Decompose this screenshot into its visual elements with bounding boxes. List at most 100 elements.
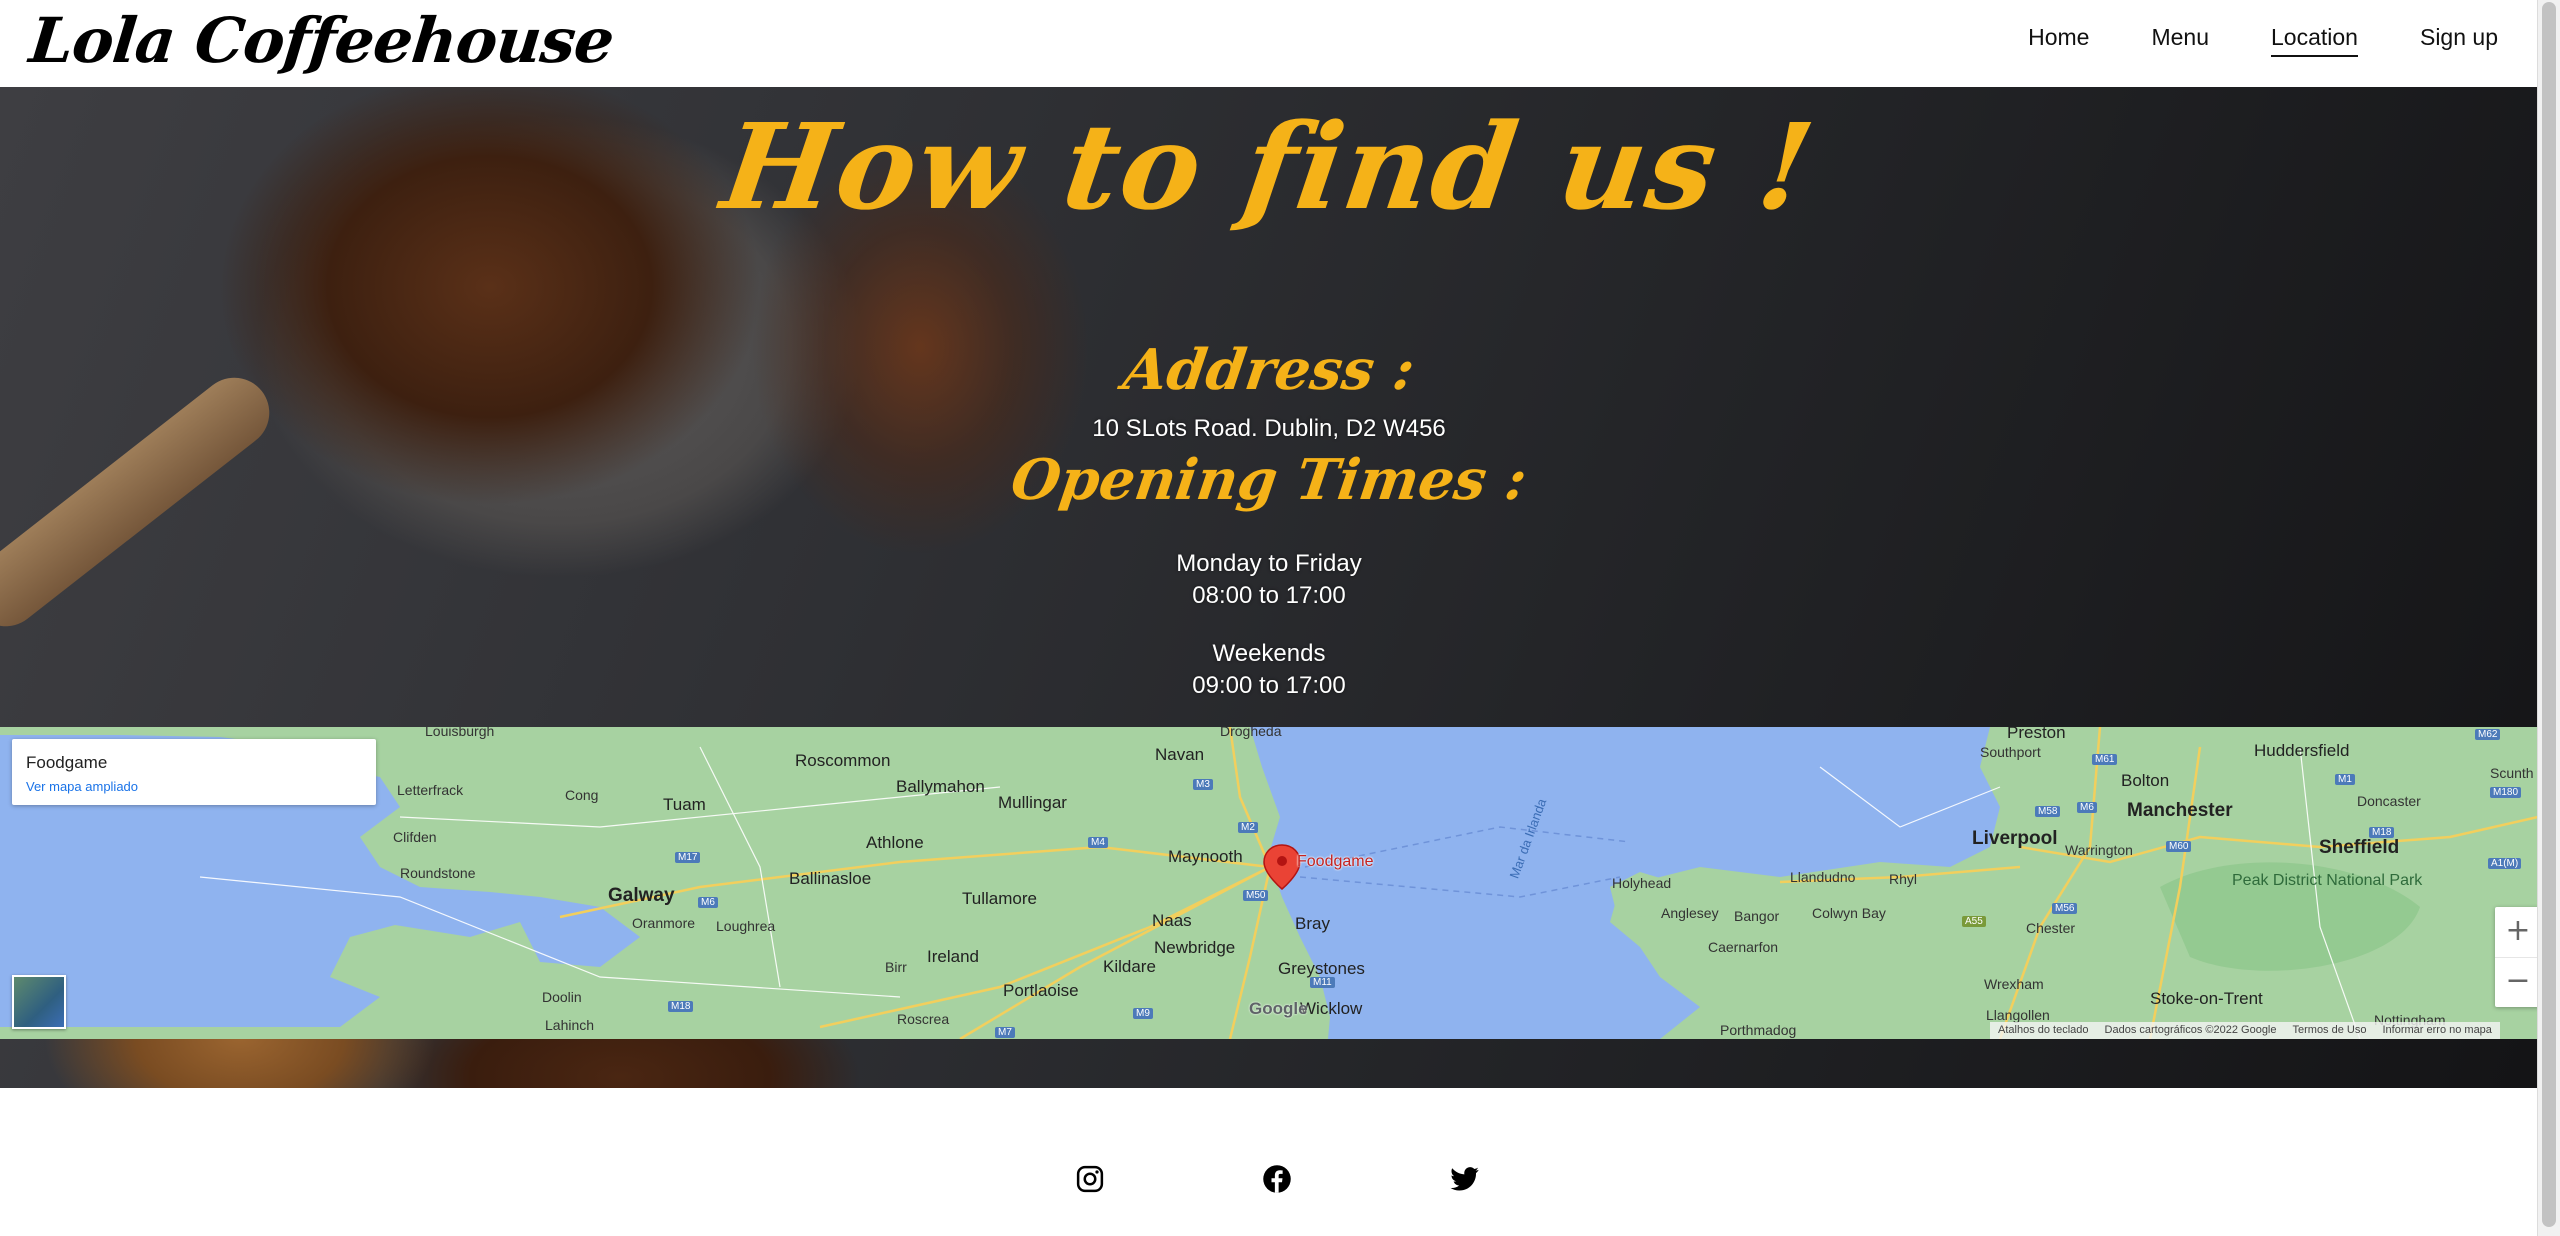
nav-home[interactable]: Home (2028, 24, 2089, 57)
map-label: Wrexham (1984, 976, 2044, 992)
weekday-label: Monday to Friday (1176, 550, 1362, 577)
map-label: Bray (1295, 914, 1330, 933)
embedded-map[interactable]: Louisburgh Roscommon Ballymahon Navan Dr… (0, 727, 2538, 1039)
map-label: Galway (608, 885, 675, 906)
map-label: Doncaster (2357, 793, 2421, 809)
map-label: Roundstone (400, 865, 476, 881)
road-shield: M9 (1133, 1008, 1153, 1019)
map-label: Rhyl (1889, 871, 1918, 887)
road-shield: M58 (2035, 806, 2061, 817)
map-label: Birr (885, 959, 907, 975)
facebook-icon[interactable] (1262, 1164, 1292, 1194)
map-label: Scunth (2490, 765, 2534, 781)
map-label: Roscrea (897, 1011, 950, 1027)
map-label: Liverpool (1972, 828, 2058, 849)
map-label: Llandudno (1790, 869, 1856, 885)
report-error-link[interactable]: Informar erro no mapa (2382, 1022, 2491, 1039)
map-label: Southport (1980, 744, 2041, 760)
view-larger-map-link[interactable]: Ver mapa ampliado (26, 779, 138, 794)
road-shield: M60 (2166, 841, 2192, 852)
terms-link[interactable]: Termos de Uso (2293, 1022, 2367, 1039)
map-label: Llangollen (1986, 1007, 2050, 1023)
brand-logo[interactable]: Lola Coffeehouse (26, 4, 617, 77)
map-label: Navan (1155, 745, 1205, 764)
map-label: Roscommon (795, 751, 891, 770)
map-place-name: Foodgame (26, 753, 108, 772)
map-label: Colwyn Bay (1812, 905, 1886, 921)
road-shield: M18 (2369, 827, 2395, 838)
map-label: Bangor (1734, 908, 1780, 924)
nav-signup[interactable]: Sign up (2420, 24, 2498, 57)
google-logo: Google (1249, 999, 1308, 1018)
road-shield: M61 (2092, 754, 2118, 765)
weekend-hours: 09:00 to 17:00 (1192, 672, 1346, 699)
map-label: Holyhead (1612, 875, 1672, 891)
road-shield: M4 (1088, 837, 1108, 848)
road-shield: M6 (698, 897, 718, 908)
keyboard-shortcuts-link[interactable]: Atalhos do teclado (1998, 1022, 2089, 1039)
road-shield: M62 (2475, 729, 2501, 740)
map-label: Bolton (2121, 771, 2170, 790)
weekday-hours: 08:00 to 17:00 (1192, 582, 1346, 609)
map-label: Peak District National Park (2232, 872, 2423, 889)
map-label: Clifden (393, 829, 437, 845)
map-label: Tullamore (962, 889, 1037, 908)
road-shield: M6 (2077, 802, 2097, 813)
map-label: Greystones (1278, 959, 1365, 978)
map-label: Preston (2007, 727, 2066, 742)
map-label: Loughrea (716, 918, 776, 934)
nav-menu[interactable]: Menu (2151, 24, 2209, 57)
road-shield: M7 (995, 1027, 1015, 1038)
scrollbar-thumb[interactable] (2542, 2, 2556, 1227)
map-label: Doolin (542, 989, 582, 1005)
map-label: Mullingar (998, 793, 1067, 812)
navbar: Lola Coffeehouse Home Menu Location Sign… (0, 0, 2538, 87)
map-label: Huddersfield (2254, 741, 2350, 760)
zoom-control: + − (2495, 907, 2538, 1007)
road-shield: M18 (668, 1001, 694, 1012)
road-shield: M11 (1310, 977, 1335, 988)
map-label: Sheffield (2319, 837, 2400, 858)
map-pin-label[interactable]: Foodgame (1297, 853, 1374, 871)
page-title: How to find us ! (714, 97, 1824, 236)
road-shield: A55 (1962, 916, 1986, 927)
map-label: Stoke-on-Trent (2150, 989, 2263, 1008)
road-shield: M3 (1193, 779, 1213, 790)
map-label: Kildare (1103, 957, 1156, 976)
map-data-text: Dados cartográficos ©2022 Google (2104, 1024, 2277, 1036)
map-label: Maynooth (1168, 847, 1243, 866)
map-label: Portlaoise (1003, 981, 1079, 1000)
road-shield: M1 (2335, 774, 2355, 785)
map-label: Oranmore (632, 915, 696, 931)
map-label: Warrington (2065, 842, 2133, 858)
address-heading: Address : (1119, 337, 1419, 403)
address-text: 10 SLots Road. Dublin, D2 W456 (1092, 415, 1446, 442)
map-label: Ireland (927, 947, 979, 966)
page-scrollbar[interactable] (2537, 0, 2560, 1236)
map-label: Drogheda (1220, 727, 1282, 739)
instagram-icon[interactable] (1075, 1164, 1105, 1194)
zoom-in-button[interactable]: + (2495, 907, 2538, 958)
road-shield: M17 (675, 852, 701, 863)
map-label: Louisburgh (425, 727, 495, 739)
map-label: Wicklow (1300, 999, 1363, 1018)
map-label: Letterfrack (397, 782, 464, 798)
map-label: Chester (2026, 920, 2076, 936)
map-attribution: Atalhos do teclado Dados cartográficos ©… (1990, 1022, 2500, 1039)
map-label: Porthmadog (1720, 1022, 1797, 1038)
zoom-out-button[interactable]: − (2495, 957, 2538, 1007)
opening-times-heading: Opening Times : (1007, 447, 1531, 513)
road-shield: M180 (2490, 787, 2522, 798)
map-label: Athlone (866, 833, 924, 852)
road-shield: M2 (1238, 822, 1258, 833)
road-shield: M50 (1243, 890, 1269, 901)
weekend-label: Weekends (1212, 640, 1326, 667)
twitter-icon[interactable] (1450, 1164, 1480, 1194)
map-label: Lahinch (545, 1017, 595, 1033)
map-label: Manchester (2127, 800, 2233, 821)
nav-location[interactable]: Location (2271, 24, 2358, 57)
map-label: Ballymahon (896, 777, 985, 796)
map-info-card: Foodgame Ver mapa ampliado (12, 739, 376, 805)
satellite-toggle[interactable] (12, 975, 66, 1029)
footer (0, 1088, 2538, 1236)
